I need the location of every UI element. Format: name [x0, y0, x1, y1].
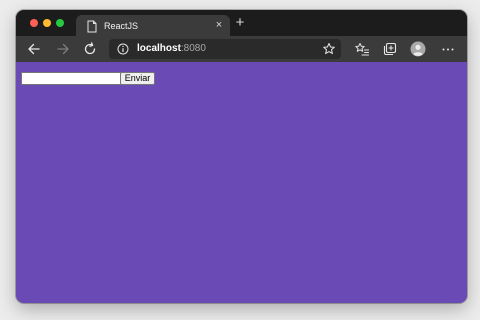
info-icon[interactable]: [117, 43, 129, 55]
collections-icon[interactable]: [382, 41, 398, 57]
tab-close-icon[interactable]: ×: [213, 19, 225, 32]
browser-toolbar: localhost:8080: [16, 36, 467, 62]
star-icon[interactable]: [322, 42, 336, 56]
reload-icon[interactable]: [82, 41, 98, 57]
close-window-button[interactable]: [30, 19, 38, 27]
address-bar[interactable]: localhost:8080: [109, 39, 341, 59]
send-button[interactable]: Enviar: [120, 72, 155, 85]
url-host: localhost: [137, 43, 181, 54]
page-icon: [87, 20, 97, 33]
page-content: Enviar: [16, 62, 467, 303]
url-text[interactable]: localhost:8080: [137, 43, 206, 55]
title-bar: ReactJS × +: [16, 10, 467, 38]
tab-title: ReactJS: [104, 21, 139, 31]
forward-arrow-icon[interactable]: [55, 41, 71, 57]
back-arrow-icon[interactable]: [26, 41, 42, 57]
new-tab-icon[interactable]: +: [233, 15, 247, 30]
tab-reactjs[interactable]: ReactJS ×: [76, 15, 230, 38]
more-menu-icon[interactable]: [440, 41, 456, 57]
url-port: :8080: [180, 43, 206, 54]
favorites-list-icon[interactable]: [354, 41, 370, 57]
profile-avatar-icon[interactable]: [410, 41, 426, 57]
message-input[interactable]: [21, 72, 122, 85]
browser-window: ReactJS × + localhost:8080 Enviar: [16, 10, 467, 303]
minimize-window-button[interactable]: [43, 19, 51, 27]
zoom-window-button[interactable]: [56, 19, 64, 27]
